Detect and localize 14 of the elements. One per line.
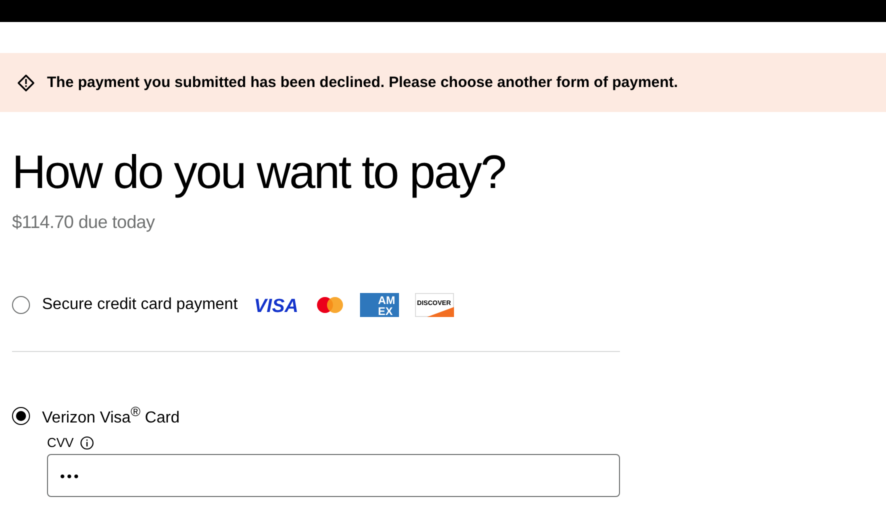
warning-icon (17, 74, 35, 92)
page-heading: How do you want to pay? (12, 144, 506, 200)
info-icon[interactable] (80, 436, 94, 450)
option-label: Verizon Visa$^{®}$ Card (42, 404, 180, 428)
cvv-label: CVV (47, 435, 74, 450)
amex-logo: AM EX (360, 293, 399, 317)
radio-button[interactable] (12, 406, 30, 425)
radio-button[interactable] (12, 296, 30, 314)
option-label: Secure credit card payment (42, 296, 238, 314)
alert-message: The payment you submitted has been declined. Please choose another form of payment. (47, 74, 678, 91)
mastercard-logo (316, 296, 344, 314)
visa-logo: VISA (254, 296, 300, 314)
amount-due: $114.70 due today (12, 212, 156, 233)
cvv-field[interactable]: ••• (47, 454, 620, 498)
